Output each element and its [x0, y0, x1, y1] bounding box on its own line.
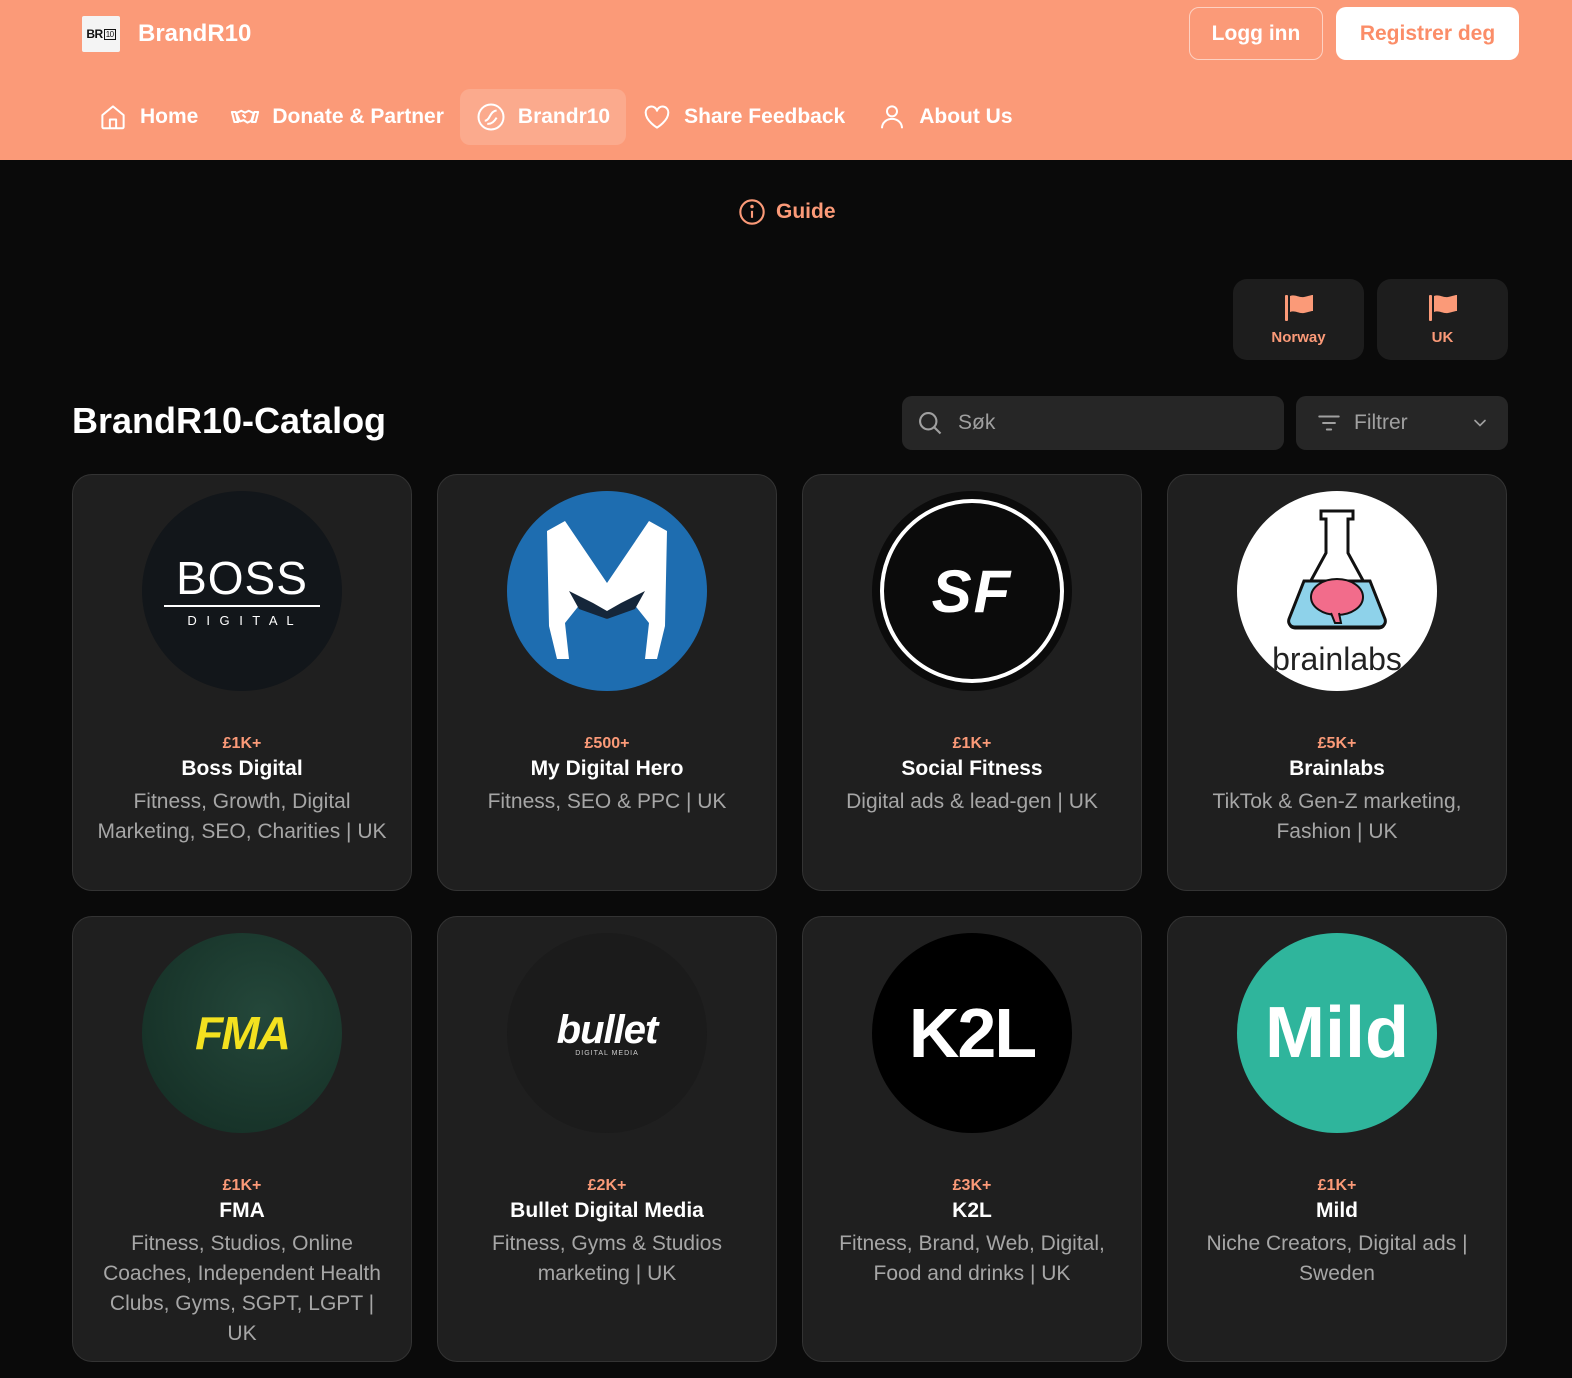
card-price: £500+	[584, 735, 630, 752]
nav-item-label: Donate & Partner	[272, 105, 444, 128]
brand-card-my-digital-hero[interactable]: £500+ My Digital Hero Fitness, SEO & PPC…	[437, 474, 777, 891]
brand-logo-text: BR	[86, 27, 103, 41]
mild-logo: Mild	[1237, 933, 1437, 1133]
main-nav: Home Donate & Partner Brandr10 Share Fee…	[82, 89, 1029, 145]
brand-card-mild[interactable]: Mild £1K+ Mild Niche Creators, Digital a…	[1167, 916, 1507, 1362]
card-name: Mild	[1316, 1199, 1358, 1222]
brand-card-brainlabs[interactable]: brainlabs £5K+ Brainlabs TikTok & Gen-Z …	[1167, 474, 1507, 891]
catalog-title: BrandR10-Catalog	[72, 400, 387, 441]
nav-item-brandr10[interactable]: Brandr10	[459, 89, 627, 145]
search-input[interactable]	[956, 410, 1260, 436]
logo-text: FMA	[195, 1007, 291, 1059]
top-header: BR 10 BrandR10 Logg inn Registrer deg Hom…	[0, 0, 1572, 160]
heart-icon	[644, 105, 670, 129]
card-name: Bullet Digital Media	[510, 1199, 704, 1222]
card-price: £1K+	[222, 735, 262, 752]
card-description: Fitness, Brand, Web, Digital, Food and d…	[839, 1232, 1105, 1285]
user-icon	[881, 105, 904, 129]
filter-dropdown[interactable]: Filtrer	[1296, 396, 1508, 450]
card-name: Brainlabs	[1289, 757, 1385, 780]
card-price: £5K+	[1317, 735, 1357, 752]
card-price: £1K+	[222, 1177, 262, 1194]
boss-digital-logo: BOSS D I G I T A L	[142, 491, 342, 691]
logo-text: bullet	[556, 1007, 659, 1052]
brand-card-bullet-digital-media[interactable]: bullet DIGITAL MEDIA £2K+ Bullet Digital…	[437, 916, 777, 1362]
logo-text: brainlabs	[1272, 641, 1402, 677]
register-button[interactable]: Registrer deg	[1336, 7, 1519, 60]
k2l-logo: K2L	[872, 933, 1072, 1133]
chevron-down-icon	[1474, 419, 1486, 427]
brand-card-fma[interactable]: FMA £1K+ FMA Fitness, Studios, Online Co…	[72, 916, 412, 1362]
flag-icon	[1284, 295, 1313, 321]
nav-item-about[interactable]: About Us	[861, 89, 1028, 145]
card-price: £2K+	[587, 1177, 627, 1194]
brand-circle-icon	[477, 103, 505, 131]
logo-text: BOSS	[176, 551, 308, 604]
brand-card-social-fitness[interactable]: SF £1K+ Social Fitness Digital ads & lea…	[802, 474, 1142, 891]
brand-name: BrandR10	[138, 20, 252, 47]
card-price: £3K+	[952, 1177, 992, 1194]
card-description: Fitness, Growth, Digital Marketing, SEO,…	[97, 790, 387, 843]
card-description: Fitness, SEO & PPC | UK	[487, 790, 727, 813]
nav-item-home[interactable]: Home	[82, 89, 214, 145]
nav-item-label: Brandr10	[517, 105, 611, 128]
card-description: Digital ads & lead-gen | UK	[846, 790, 1098, 813]
card-price: £1K+	[1317, 1177, 1357, 1194]
handshake-icon	[231, 109, 260, 124]
guide-label: Guide	[776, 200, 836, 223]
card-description: Fitness, Studios, Online Coaches, Indepe…	[103, 1232, 381, 1345]
fma-logo: FMA	[142, 933, 342, 1133]
social-fitness-logo: SF	[872, 491, 1072, 691]
country-label: UK	[1431, 329, 1454, 346]
card-name: Boss Digital	[181, 757, 303, 780]
hero-mask-icon	[547, 521, 667, 659]
country-norway-button[interactable]: Norway	[1233, 279, 1364, 360]
card-name: Social Fitness	[901, 757, 1043, 780]
bullet-digital-media-logo: bullet DIGITAL MEDIA	[507, 933, 707, 1133]
nav-item-label: About Us	[919, 105, 1013, 128]
country-uk-button[interactable]: UK	[1377, 279, 1508, 360]
search-icon	[919, 412, 942, 435]
brand-card-boss-digital[interactable]: BOSS D I G I T A L £1K+ Boss Digital Fit…	[72, 474, 412, 891]
logo-text: Mild	[1265, 993, 1409, 1073]
search-box[interactable]	[902, 396, 1284, 450]
card-name: FMA	[219, 1199, 265, 1222]
brand-logo-small: 10	[103, 28, 116, 40]
nav-item-label: Share Feedback	[684, 105, 846, 128]
my-digital-hero-logo	[507, 491, 707, 691]
brand-card-k2l[interactable]: K2L £3K+ K2L Fitness, Brand, Web, Digita…	[802, 916, 1142, 1362]
card-description: TikTok & Gen-Z marketing, Fashion | UK	[1212, 790, 1462, 843]
card-name: My Digital Hero	[530, 757, 684, 780]
logo-subtext: D I G I T A L	[187, 612, 297, 628]
card-price: £1K+	[952, 735, 992, 752]
logo-text: K2L	[908, 994, 1037, 1072]
country-label: Norway	[1271, 329, 1326, 346]
brand-logo: BR 10	[82, 16, 120, 52]
home-icon	[101, 105, 125, 130]
brainlabs-logo: brainlabs	[1237, 491, 1437, 691]
brand[interactable]: BR 10 BrandR10	[82, 16, 251, 52]
card-description: Fitness, Gyms & Studios marketing | UK	[492, 1232, 722, 1285]
flag-icon	[1428, 295, 1457, 321]
nav-item-donate[interactable]: Donate & Partner	[214, 89, 460, 145]
card-description: Niche Creators, Digital ads | Sweden	[1206, 1232, 1468, 1285]
filter-label: Filtrer	[1354, 411, 1408, 434]
login-button[interactable]: Logg inn	[1189, 7, 1323, 60]
filter-icon	[1318, 415, 1340, 431]
card-name: K2L	[952, 1199, 992, 1222]
info-icon	[739, 199, 765, 225]
nav-item-feedback[interactable]: Share Feedback	[626, 89, 861, 145]
nav-item-label: Home	[140, 105, 199, 128]
guide-link[interactable]: Guide	[738, 198, 836, 226]
